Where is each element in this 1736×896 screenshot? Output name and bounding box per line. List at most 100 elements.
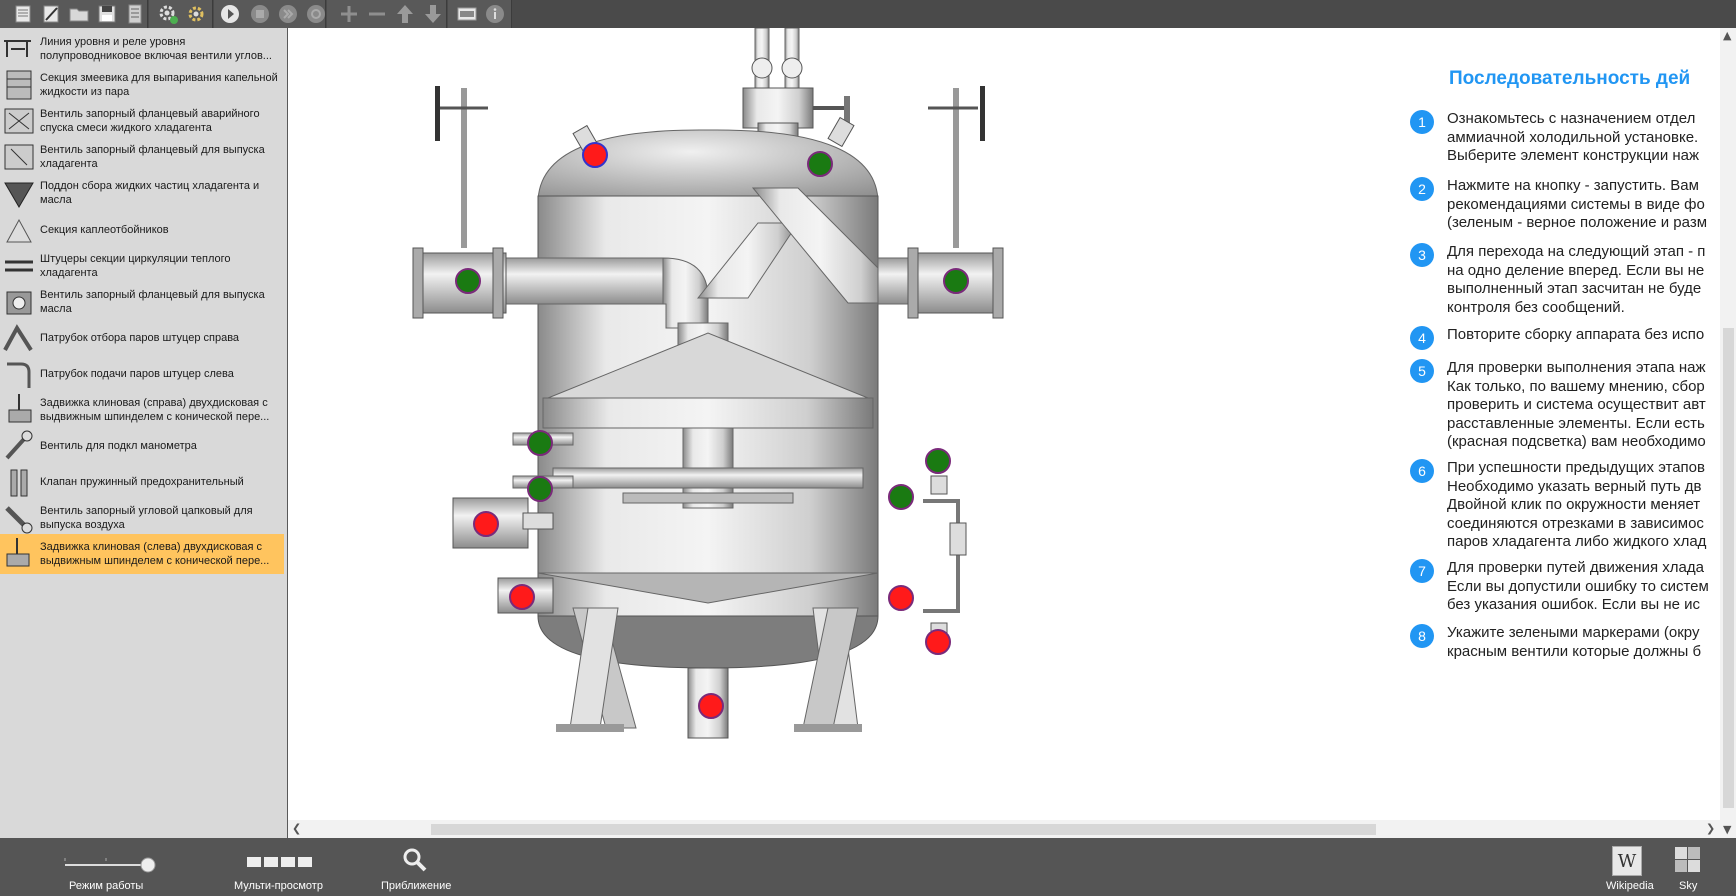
- horizontal-scroll-thumb[interactable]: [431, 824, 1376, 835]
- screen-icon[interactable]: [456, 3, 478, 25]
- step-number-badge: 4: [1410, 326, 1434, 350]
- label-line: Вентиль запорный фланцевый аварийного: [40, 108, 260, 121]
- label-line: Патрубок подачи паров штуцер слева: [40, 367, 234, 380]
- wikipedia-button[interactable]: W Wikipedia: [1598, 838, 1658, 896]
- component-icon: [1, 500, 37, 536]
- component-icon: [1, 464, 37, 500]
- component-icon: [1, 248, 37, 284]
- horizontal-scrollbar[interactable]: ❮ ❯: [288, 820, 1720, 838]
- palette-item[interactable]: Поддон сбора жидких частиц хладагента им…: [0, 173, 284, 213]
- settings-gear-icon[interactable]: [185, 3, 207, 25]
- step-number-badge: 1: [1410, 110, 1434, 134]
- marker-red[interactable]: [698, 693, 724, 719]
- palette-item-label: Вентиль запорный фланцевый для выпуска хл…: [40, 143, 284, 171]
- palette-item[interactable]: Патрубок отбора паров штуцер справа: [0, 318, 284, 358]
- palette-item-label: Вентиль для подкл манометра: [40, 439, 284, 453]
- palette-item-label: Вентиль запорный фланцевый аварийного спу…: [40, 107, 284, 135]
- mode-slider[interactable]: [60, 838, 160, 878]
- palette-item[interactable]: Секция змеевика для выпаривания капельно…: [0, 65, 284, 105]
- left-valve-flange-2: [492, 247, 504, 319]
- mode-slider-knob[interactable]: [140, 857, 156, 873]
- marker-green[interactable]: [527, 430, 553, 456]
- marker-red[interactable]: [582, 142, 608, 168]
- new-document-icon[interactable]: [12, 3, 34, 25]
- assembly-canvas[interactable]: Последовательность дей 1 Ознакомьтесь с н…: [288, 28, 1720, 838]
- mode-label: Режим работы: [69, 880, 144, 892]
- component-icon: [1, 212, 37, 248]
- marker-green[interactable]: [807, 151, 833, 177]
- top-right-small-valve: [827, 116, 855, 148]
- marker-green[interactable]: [455, 268, 481, 294]
- scroll-down-icon[interactable]: ▼: [1723, 824, 1731, 836]
- label-line: Вентиль для подкл манометра: [40, 440, 197, 453]
- palette-item[interactable]: Вентиль запорный фланцевый для выпуска хл…: [0, 137, 284, 177]
- instructions-title: Последовательность дей: [1449, 68, 1691, 89]
- marker-green[interactable]: [527, 476, 553, 502]
- vertical-scroll-thumb[interactable]: [1723, 328, 1734, 808]
- label-line: масла: [40, 194, 72, 207]
- label-line: спуска смеси жидкого хладагента: [40, 122, 212, 135]
- instructions-panel: Последовательность дей 1 Ознакомьтесь с н…: [1400, 28, 1720, 818]
- remove-icon[interactable]: [366, 3, 388, 25]
- step-text-line: контроля без сообщений.: [1447, 298, 1625, 316]
- zoom-button[interactable]: Приближение: [378, 838, 458, 896]
- scroll-up-icon[interactable]: ▲: [1723, 30, 1731, 42]
- vertical-scrollbar[interactable]: ▲ ▼: [1720, 28, 1736, 838]
- palette-item[interactable]: Клапан пружинный предохранительный: [0, 462, 284, 502]
- palette-item[interactable]: Вентиль запорный фланцевый аварийного спу…: [0, 101, 284, 141]
- marker-red[interactable]: [888, 585, 914, 611]
- component-icon: [1, 103, 37, 139]
- step-icon[interactable]: [277, 3, 299, 25]
- save-list-icon[interactable]: [124, 3, 146, 25]
- step-text-line: проверить и система осуществит авт: [1447, 396, 1706, 413]
- marker-green[interactable]: [888, 484, 914, 510]
- top-gauge-right: [781, 57, 803, 79]
- leg-foot-left: [556, 724, 624, 732]
- edit-icon[interactable]: [40, 3, 62, 25]
- label-line: жидкости из пара: [40, 86, 130, 99]
- palette-item-label: Вентиль запорный угловой цапковый для вып…: [40, 504, 284, 532]
- marker-green[interactable]: [943, 268, 969, 294]
- scroll-right-icon[interactable]: ❯: [1706, 823, 1715, 835]
- palette-item[interactable]: Патрубок подачи паров штуцер слева: [0, 354, 284, 394]
- save-icon[interactable]: [96, 3, 118, 25]
- down-icon[interactable]: [422, 3, 444, 25]
- settings-icon[interactable]: [157, 3, 179, 25]
- step-number-badge: 3: [1410, 243, 1434, 267]
- step-text-line: Двойной клик по окружности меняет: [1447, 496, 1701, 513]
- sky-button[interactable]: Sky: [1666, 838, 1710, 896]
- label-line: выдвижным шпинделем с конической пере...: [40, 411, 270, 423]
- left-valve-spindle: [461, 88, 467, 248]
- palette-item[interactable]: Секция каплеотбойников: [0, 210, 284, 250]
- palette-item[interactable]: Вентиль запорный фланцевый для выпуска ма…: [0, 282, 284, 322]
- palette-item[interactable]: Штуцеры секции циркуляции теплого хладаге…: [0, 246, 284, 286]
- marker-red[interactable]: [473, 511, 499, 537]
- scroll-left-icon[interactable]: ❮: [292, 823, 301, 835]
- label-line: масла: [40, 302, 72, 315]
- step-text-line: расставленные элементы. Если есть: [1447, 414, 1705, 432]
- mode-control[interactable]: Режим работы: [60, 838, 160, 896]
- step-text-line: без указания ошибок. Если вы не ис: [1447, 596, 1701, 613]
- info-icon[interactable]: [484, 3, 506, 25]
- component-icon: [1, 31, 37, 67]
- palette-item[interactable]: Вентиль запорный угловой цапковый для вып…: [0, 498, 284, 538]
- play-icon[interactable]: [219, 3, 241, 25]
- open-folder-icon[interactable]: [68, 3, 90, 25]
- palette-item-label: Задвижка клиновая (справа) двухдисковая …: [40, 396, 284, 424]
- palette-item[interactable]: Линия уровня и реле уровня полупроводнико…: [0, 29, 284, 69]
- step-text: Нажмите на кнопку - запустить. Вам рекоме…: [1447, 177, 1707, 233]
- multiview-icon: [247, 857, 312, 867]
- palette-item[interactable]: Задвижка клиновая (слева) двухдисковая с…: [0, 534, 284, 575]
- marker-green[interactable]: [925, 448, 951, 474]
- palette-item[interactable]: Задвижка клиновая (справа) двухдисковая …: [0, 390, 284, 430]
- add-icon[interactable]: [338, 3, 360, 25]
- marker-red[interactable]: [509, 584, 535, 610]
- marker-red[interactable]: [925, 629, 951, 655]
- refresh-icon[interactable]: [305, 3, 327, 25]
- palette-item-label: Секция змеевика для выпаривания капельно…: [40, 71, 284, 99]
- step-text-line: Необходимо указать верный путь дв: [1447, 477, 1702, 495]
- up-icon[interactable]: [394, 3, 416, 25]
- stop-icon[interactable]: [249, 3, 271, 25]
- palette-item[interactable]: Вентиль для подкл манометра: [0, 426, 284, 466]
- multiview-button[interactable]: Мульти-просмотр: [232, 838, 332, 896]
